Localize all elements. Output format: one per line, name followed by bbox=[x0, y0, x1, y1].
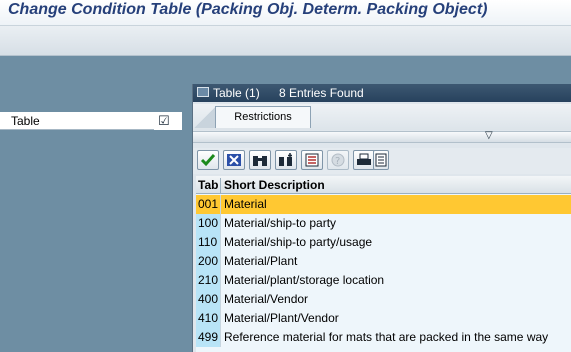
find-next-button[interactable] bbox=[275, 150, 297, 170]
table-row[interactable]: 001 Material bbox=[196, 195, 571, 214]
cell-tab: 400 bbox=[196, 290, 221, 309]
column-header-short-description[interactable]: Short Description bbox=[224, 178, 325, 192]
list-icon bbox=[375, 153, 387, 167]
tab-strip: Restrictions bbox=[193, 104, 571, 130]
help-icon: ? bbox=[331, 153, 345, 167]
tab-restrictions[interactable]: Restrictions bbox=[215, 106, 311, 128]
title-bar: Change Condition Table (Packing Obj. Det… bbox=[0, 0, 571, 26]
restrictions-collapse-bar[interactable]: ▽ bbox=[193, 130, 571, 143]
cell-description: Material/Plant/Vendor bbox=[224, 311, 339, 325]
cell-tab: 210 bbox=[196, 271, 221, 290]
dialog-title: Table (1) bbox=[213, 86, 260, 100]
checkbox-icon: ☑ bbox=[158, 113, 170, 128]
collapse-toggle-icon[interactable]: ▽ bbox=[485, 130, 493, 141]
table-row[interactable]: 499 Reference material for mats that are… bbox=[196, 328, 571, 347]
find-button[interactable] bbox=[249, 150, 271, 170]
list-button[interactable] bbox=[373, 150, 389, 170]
entries-found-text: 8 Entries Found bbox=[279, 86, 364, 100]
table-row[interactable]: 410 Material/Plant/Vendor bbox=[196, 309, 571, 328]
printer-icon bbox=[357, 153, 371, 165]
cell-tab: 001 bbox=[196, 195, 221, 214]
cell-description: Material/Vendor bbox=[224, 292, 309, 306]
cell-description: Material bbox=[224, 197, 267, 211]
binoculars-plus-icon bbox=[279, 153, 292, 166]
cell-tab: 410 bbox=[196, 309, 221, 328]
continue-button[interactable] bbox=[197, 150, 219, 170]
table-header: Tab Short Description bbox=[196, 176, 571, 194]
window-title: Change Condition Table (Packing Obj. Det… bbox=[8, 1, 488, 18]
cell-tab: 200 bbox=[196, 252, 221, 271]
dialog-header: Table (1) 8 Entries Found bbox=[193, 84, 571, 102]
cell-description: Material/plant/storage location bbox=[224, 273, 385, 287]
cell-description: Material/Plant bbox=[224, 254, 298, 268]
cell-tab: 499 bbox=[196, 328, 221, 347]
column-header-tab[interactable]: Tab bbox=[198, 178, 221, 194]
tab-slant bbox=[193, 106, 217, 128]
table-row[interactable]: 110 Material/ship-to party/usage bbox=[196, 233, 571, 252]
sort-button[interactable] bbox=[301, 150, 323, 170]
blue-x-icon bbox=[227, 154, 241, 166]
table-label-text: Table bbox=[11, 114, 40, 128]
table-row[interactable]: 200 Material/Plant bbox=[196, 252, 571, 271]
cancel-button[interactable] bbox=[223, 150, 245, 170]
application-toolbar bbox=[0, 26, 571, 56]
help-button[interactable]: ? bbox=[327, 150, 349, 170]
green-check-icon bbox=[200, 154, 216, 167]
svg-text:?: ? bbox=[335, 156, 340, 167]
window-icon bbox=[197, 87, 209, 97]
results-table: Tab Short Description 001 Material 100 M… bbox=[196, 176, 571, 352]
cell-description: Reference material for mats that are pac… bbox=[224, 330, 549, 344]
table-row[interactable]: 210 Material/plant/storage location bbox=[196, 271, 571, 290]
dialog-toolbar: ? bbox=[193, 148, 571, 174]
cell-tab: 100 bbox=[196, 214, 221, 233]
table-field-label: Table bbox=[0, 112, 154, 130]
table-row[interactable]: 400 Material/Vendor bbox=[196, 290, 571, 309]
table-row[interactable]: 100 Material/ship-to party bbox=[196, 214, 571, 233]
cell-tab: 110 bbox=[196, 233, 221, 252]
print-button[interactable] bbox=[353, 150, 375, 170]
value-help-dialog: Table (1) 8 Entries Found Restrictions ▽… bbox=[192, 84, 571, 352]
binoculars-icon bbox=[253, 156, 267, 166]
sort-icon bbox=[305, 153, 319, 167]
table-checkbox[interactable]: ☑ bbox=[154, 112, 182, 130]
cell-description: Material/ship-to party bbox=[224, 216, 337, 230]
cell-description: Material/ship-to party/usage bbox=[224, 235, 373, 249]
